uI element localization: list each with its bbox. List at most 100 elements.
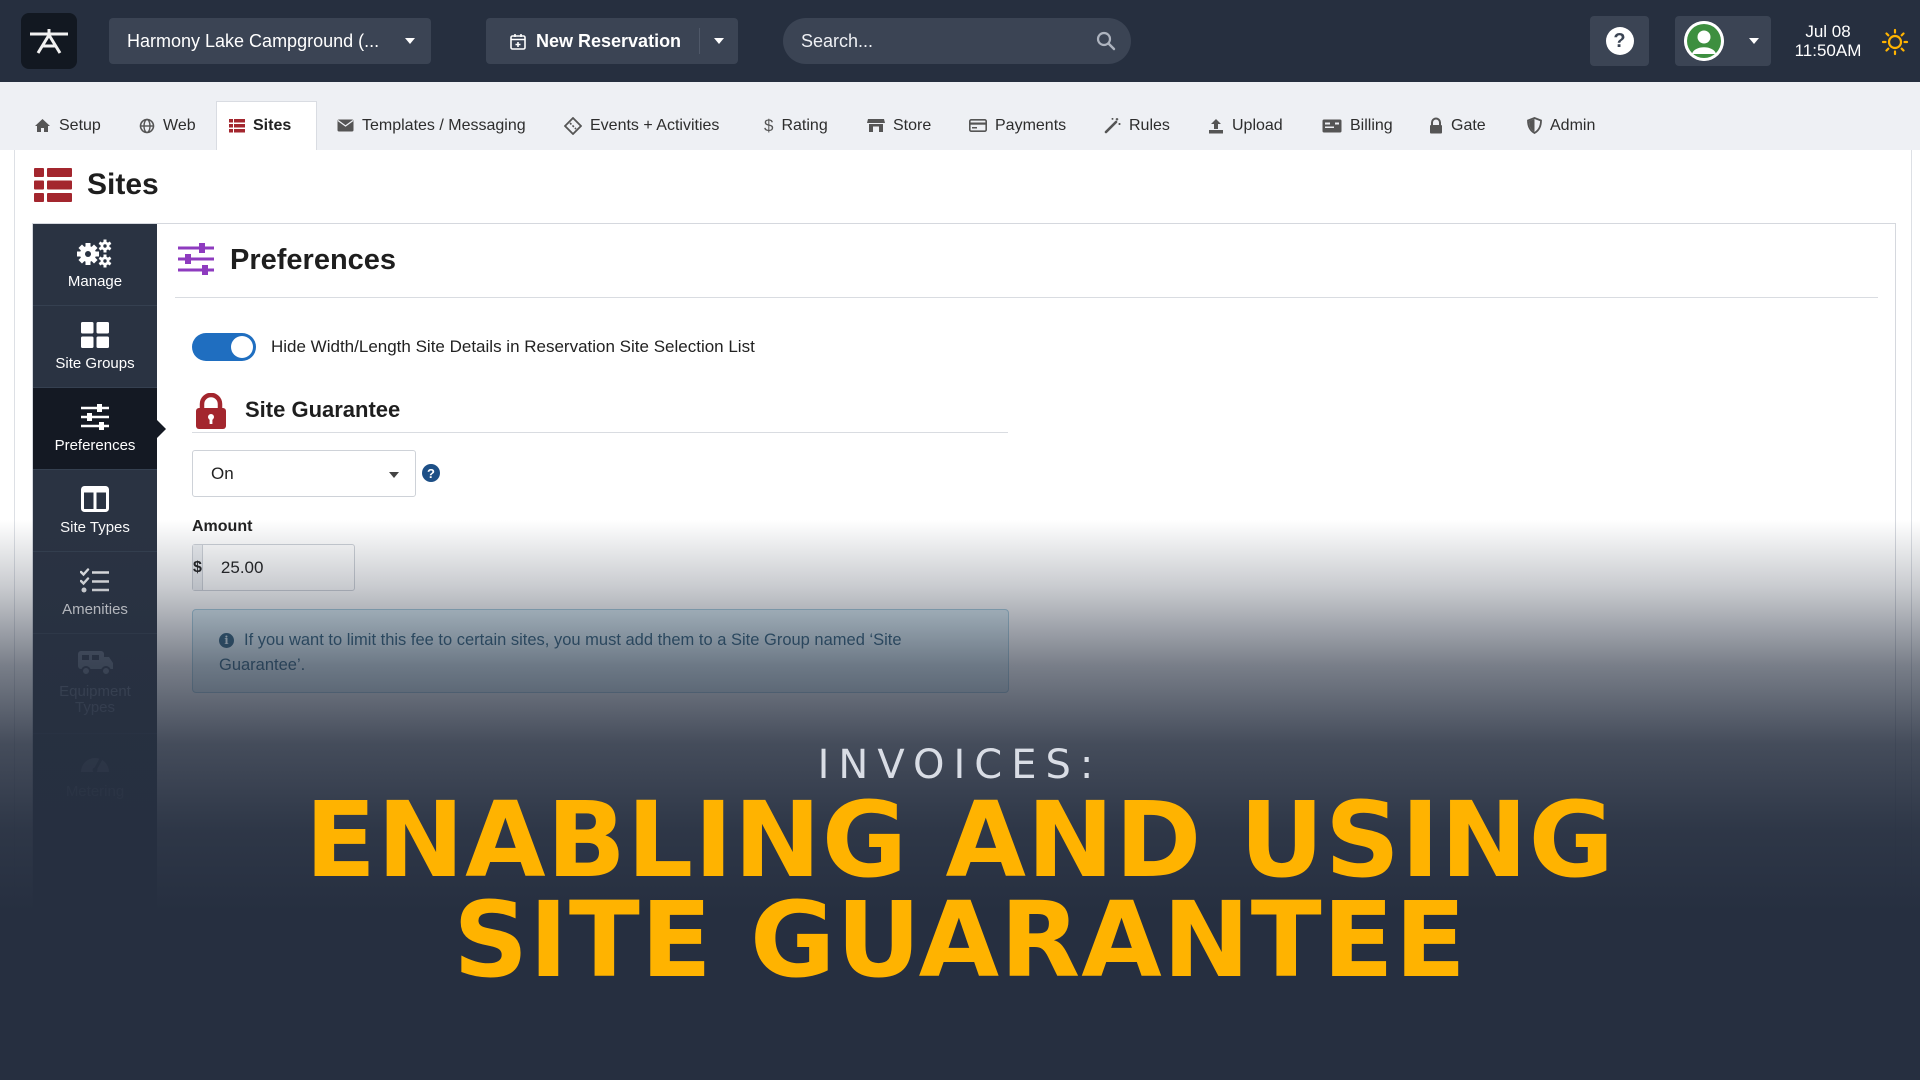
ticket-icon: [564, 116, 582, 135]
tab-setup[interactable]: Setup: [22, 101, 113, 150]
chevron-down-icon: [1749, 38, 1759, 44]
site-guarantee-title: Site Guarantee: [245, 397, 401, 422]
currency-prefix: $: [193, 545, 203, 590]
sliders-icon: [81, 404, 109, 430]
nav-item-site-groups[interactable]: Site Groups: [33, 306, 157, 388]
toggle-knob: [231, 336, 253, 358]
user-icon: [1684, 21, 1724, 61]
headline-line-2: SITE GUARANTEE: [453, 879, 1467, 1001]
tab-payments[interactable]: Payments: [957, 101, 1078, 150]
amount-input-group: $: [192, 544, 442, 591]
columns-icon: [81, 486, 109, 512]
question-icon[interactable]: ?: [422, 464, 440, 482]
tab-label: Gate: [1451, 116, 1486, 134]
tab-events-activities[interactable]: Events + Activities: [552, 101, 731, 150]
site-guarantee-select[interactable]: On: [192, 450, 416, 497]
headline-line-1: ENABLING AND USING: [305, 779, 1615, 901]
lock-icon: [1430, 117, 1442, 134]
site-guarantee-selected: On: [211, 463, 234, 483]
user-menu-button[interactable]: [1675, 16, 1771, 66]
hide-dimensions-toggle[interactable]: [192, 333, 256, 361]
new-reservation-button[interactable]: New Reservation: [486, 18, 738, 64]
tab-label: Rating: [781, 116, 828, 134]
tab-sites[interactable]: Sites: [216, 101, 317, 150]
tab-label: Payments: [995, 116, 1067, 134]
chevron-down-icon[interactable]: [714, 38, 724, 44]
nav-label: Preferences: [54, 437, 136, 454]
button-divider: [699, 28, 700, 54]
tab-admin[interactable]: Admin: [1515, 101, 1607, 150]
nav-item-site-types[interactable]: Site Types: [33, 470, 157, 552]
campground-selector[interactable]: Harmony Lake Campground (...: [109, 18, 431, 64]
search-icon[interactable]: [1096, 31, 1116, 51]
avatar: [1684, 21, 1724, 61]
amount-input[interactable]: [202, 545, 442, 590]
sun-icon[interactable]: [1881, 28, 1909, 56]
overlay-headline: ENABLING AND USING SITE GUARANTEE: [0, 779, 1920, 1001]
new-reservation-label: New Reservation: [536, 30, 682, 51]
app-logo[interactable]: [21, 13, 77, 69]
tab-billing[interactable]: Billing: [1310, 101, 1405, 150]
magic-wand-icon: [1104, 118, 1121, 134]
current-date: Jul 08: [1805, 22, 1851, 41]
store-icon: [867, 119, 885, 132]
grid-icon: [81, 322, 109, 348]
site-guarantee-info-alert: i If you want to limit this fee to certai…: [192, 609, 1009, 693]
tab-upload[interactable]: Upload: [1196, 101, 1295, 150]
nav-label: Manage: [67, 273, 123, 290]
tab-gate[interactable]: Gate: [1417, 101, 1498, 150]
nav-label: Equipment Types: [59, 683, 131, 716]
tab-label: Events + Activities: [590, 116, 720, 134]
search-input[interactable]: [783, 18, 1131, 64]
tab-label: Store: [893, 116, 932, 134]
tab-templates-messaging[interactable]: Templates / Messaging: [325, 101, 538, 150]
section-divider: [175, 297, 1878, 298]
tab-label: Templates / Messaging: [362, 116, 526, 134]
nav-label: Amenities: [62, 601, 128, 618]
checklist-icon: [80, 568, 109, 593]
date-time-display: Jul 08 11:50AM: [1780, 22, 1876, 60]
tab-rating[interactable]: $ Rating: [752, 101, 840, 150]
help-button[interactable]: ?: [1590, 16, 1649, 66]
tab-rules[interactable]: Rules: [1092, 101, 1182, 150]
home-icon: [35, 119, 50, 132]
tab-web[interactable]: Web: [127, 101, 208, 150]
tab-label: Billing: [1350, 116, 1393, 134]
chevron-down-icon: [405, 38, 415, 44]
preferences-title: Preferences: [230, 244, 397, 276]
nav-label: Site Types: [60, 519, 130, 536]
upload-icon: [1209, 118, 1223, 133]
gears-icon: [77, 239, 112, 268]
list-icon: [229, 119, 245, 133]
current-time: 11:50AM: [1794, 41, 1862, 60]
nav-item-equipment-types[interactable]: Equipment Types: [33, 634, 157, 734]
dollar-icon: $: [764, 115, 774, 135]
page-title: Sites: [87, 168, 159, 201]
nav-item-amenities[interactable]: Amenities: [33, 552, 157, 634]
credit-card-icon: [969, 119, 987, 132]
globe-icon: [139, 118, 155, 133]
section-divider: [192, 432, 1008, 433]
tab-store[interactable]: Store: [855, 101, 943, 150]
question-icon: ?: [1605, 27, 1634, 55]
info-text: If you want to limit this fee to certain…: [219, 631, 902, 674]
billing-icon: [1322, 119, 1342, 132]
tab-label: Rules: [1129, 116, 1170, 134]
tab-label: Sites: [253, 117, 292, 134]
list-icon: [34, 168, 72, 202]
logo-icon: [30, 29, 68, 54]
nav-item-preferences[interactable]: Preferences: [33, 388, 166, 470]
tab-label: Web: [163, 116, 196, 134]
info-icon: i: [219, 633, 234, 648]
hide-dimensions-label: Hide Width/Length Site Details in Reserv…: [271, 337, 755, 356]
tab-label: Setup: [59, 116, 101, 134]
campground-name: Harmony Lake Campground (...: [127, 30, 380, 51]
rv-icon: [78, 651, 113, 676]
lock-icon: [196, 393, 226, 429]
nav-label: Site Groups: [55, 355, 135, 372]
amount-label: Amount: [192, 518, 253, 535]
sliders-icon: [178, 243, 214, 275]
envelope-icon: [337, 119, 354, 132]
tab-label: Admin: [1550, 116, 1596, 134]
nav-item-manage[interactable]: Manage: [33, 224, 157, 306]
